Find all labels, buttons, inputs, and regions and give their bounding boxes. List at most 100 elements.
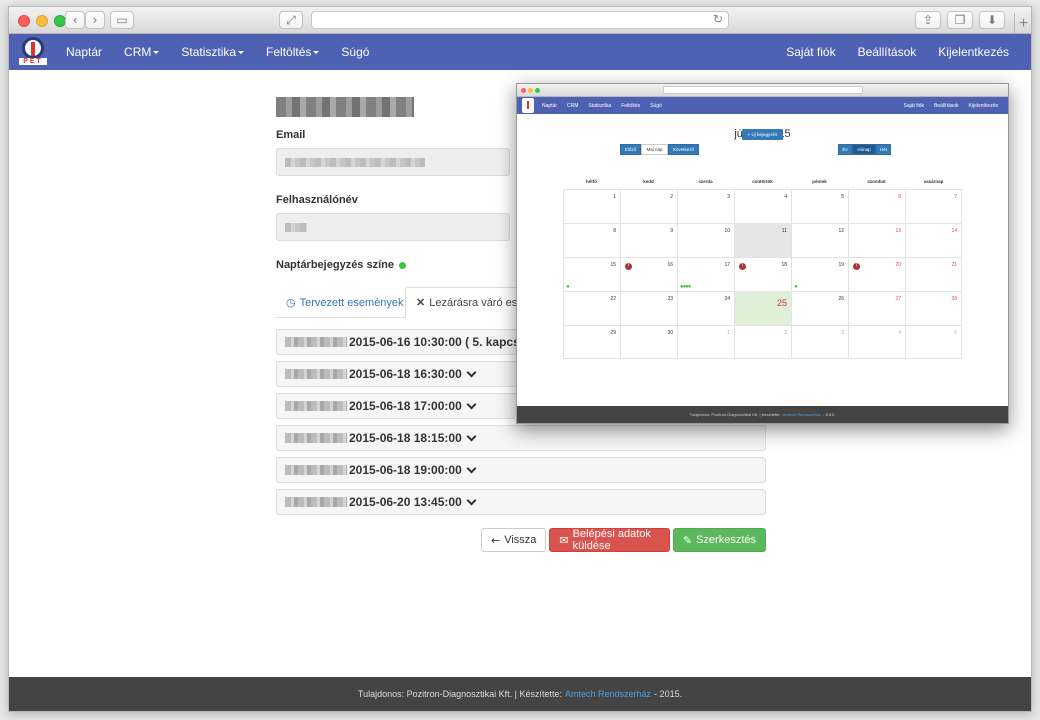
day-cell: 2 <box>734 325 791 359</box>
day-cell: 24 <box>677 291 734 325</box>
nav-crm[interactable]: CRM <box>124 45 160 59</box>
day-cell: 14 <box>905 223 962 257</box>
overlay-calendar-controls: Előző Mai nap Következő Év Hónap Hét <box>517 144 1008 160</box>
overlay-today-button: Mai nap <box>641 144 668 155</box>
clock-icon: ◷ <box>286 296 296 309</box>
caret-down-icon <box>153 51 160 55</box>
overlay-titlebar <box>517 84 1008 97</box>
overlay-year-button: Év <box>838 144 852 155</box>
alert-badge-icon: ! <box>739 263 746 270</box>
day-cell: 26 <box>791 291 848 325</box>
share-icon[interactable]: ⇪ <box>915 11 941 29</box>
send-login-button[interactable]: ✉ Belépési adatok küldése <box>549 528 670 552</box>
sidebar-icon[interactable]: ▭ <box>110 11 134 29</box>
day-cell: 29 <box>563 325 620 359</box>
weekday-header: szombat <box>867 179 886 184</box>
day-cell: 1 <box>677 325 734 359</box>
day-cell: 1 <box>563 189 620 223</box>
caret-down-icon <box>313 51 320 55</box>
day-cell: ! 20 <box>848 257 905 291</box>
edit-button[interactable]: ✎ Szerkesztés <box>672 528 766 552</box>
color-dot-icon <box>399 261 406 269</box>
day-cell: 21 <box>905 257 962 291</box>
minimize-window-icon[interactable] <box>36 15 48 27</box>
day-cell: 22 <box>563 291 620 325</box>
back-button[interactable]: ← Vissza <box>481 528 547 552</box>
chevron-down-icon <box>466 463 477 473</box>
footer-maker-link[interactable]: Amtech Rendszerház <box>565 689 651 699</box>
event-row[interactable]: 2015-06-20 13:45:00 <box>276 489 766 515</box>
nav-naptar[interactable]: Naptár <box>66 45 102 59</box>
browser-titlebar: ‹ › ▭ ⤢ ↻ ⇪ ❐ ⬇ + <box>9 7 1031 34</box>
overlay-week-button: Hét <box>876 144 891 155</box>
day-cell: 7 <box>905 189 962 223</box>
tabs-overview-icon[interactable]: ❐ <box>947 11 973 29</box>
day-cell: ! 18 <box>734 257 791 291</box>
event-row[interactable]: 2015-06-18 19:00:00 <box>276 457 766 483</box>
back-arrow-icon[interactable]: ‹ <box>65 11 85 29</box>
pet-logo[interactable]: PET <box>19 34 47 70</box>
day-cell: 5 <box>905 325 962 359</box>
day-cell: 8 <box>563 223 620 257</box>
alert-badge-icon: ! <box>853 263 860 270</box>
new-tab-icon[interactable]: + <box>1014 13 1031 34</box>
nav-sugo[interactable]: Súgó <box>341 45 369 59</box>
close-window-icon[interactable] <box>18 15 30 27</box>
calendar-screenshot-overlay: Naptár CRM Statisztika Feltöltés Súgó Sa… <box>516 83 1009 424</box>
chevron-down-icon <box>466 431 477 441</box>
tab-planned-events[interactable]: ◷ Tervezett események <box>276 287 414 318</box>
day-cell: 17 ●●●● <box>677 257 734 291</box>
event-dots: ● <box>566 284 570 290</box>
day-cell: 15 ● <box>563 257 620 291</box>
reload-icon[interactable]: ↻ <box>713 12 723 26</box>
day-cell: 5 <box>791 189 848 223</box>
close-icon: ✕ <box>416 297 426 309</box>
main-navbar: PET Naptár CRM Statisztika Feltöltés Súg… <box>9 34 1031 70</box>
user-name-redacted <box>276 97 414 117</box>
day-cell: ! 16 <box>620 257 677 291</box>
page-footer: Tulajdonos: Pozitron-Diagnosztikai Kft. … <box>9 677 1031 711</box>
forward-arrow-icon[interactable]: › <box>85 11 105 29</box>
day-cell: 4 <box>734 189 791 223</box>
overlay-logo <box>522 98 534 113</box>
weekday-header: kedd <box>643 179 654 184</box>
day-cell: 3 <box>677 189 734 223</box>
chevron-down-icon <box>466 399 477 409</box>
nav-sajat-fiok[interactable]: Saját fiók <box>786 45 835 59</box>
day-cell: 23 <box>620 291 677 325</box>
day-cell: 6 <box>848 189 905 223</box>
chevron-down-icon <box>466 495 477 505</box>
day-cell: 19 ● <box>791 257 848 291</box>
caret-down-icon <box>238 51 245 55</box>
day-cell: 3 <box>791 325 848 359</box>
address-bar[interactable]: ↻ <box>311 11 729 29</box>
today-cell: 25 <box>734 291 791 325</box>
overlay-next-button: Következő <box>668 144 699 155</box>
nav-kijelentkezes[interactable]: Kijelentkezés <box>938 45 1009 59</box>
event-dots: ●●●● <box>680 284 691 290</box>
nav-statisztika[interactable]: Statisztika <box>181 45 245 59</box>
weekday-header: vasárnap <box>923 179 944 184</box>
chevron-down-icon <box>466 367 477 377</box>
fullscreen-icon[interactable]: ⤢ <box>279 11 303 29</box>
day-cell: 2 <box>620 189 677 223</box>
download-icon[interactable]: ⬇ <box>979 11 1005 29</box>
day-cell: 30 <box>620 325 677 359</box>
email-field <box>276 148 510 176</box>
day-cell: 12 <box>791 223 848 257</box>
envelope-icon: ✉ <box>559 533 569 547</box>
day-cell: 11 <box>734 223 791 257</box>
overlay-new-entry-button: + Új bejegyzés <box>742 129 783 140</box>
action-buttons: ← Vissza ✉ Belépési adatok küldése ✎ Szerke… <box>478 528 766 552</box>
event-row[interactable]: 2015-06-18 18:15:00 <box>276 425 766 451</box>
nav-feltoltes[interactable]: Feltöltés <box>266 45 320 59</box>
overlay-prev-button: Előző <box>620 144 641 155</box>
day-cell: 9 <box>620 223 677 257</box>
day-cell: 13 <box>848 223 905 257</box>
day-cell: 27 <box>848 291 905 325</box>
weekday-header: csütörtök <box>752 179 773 184</box>
overlay-navbar: Naptár CRM Statisztika Feltöltés Súgó Sa… <box>517 97 1008 114</box>
nav-beallitasok[interactable]: Beállítások <box>858 45 917 59</box>
alert-badge-icon: ! <box>625 263 632 270</box>
username-field <box>276 213 510 241</box>
